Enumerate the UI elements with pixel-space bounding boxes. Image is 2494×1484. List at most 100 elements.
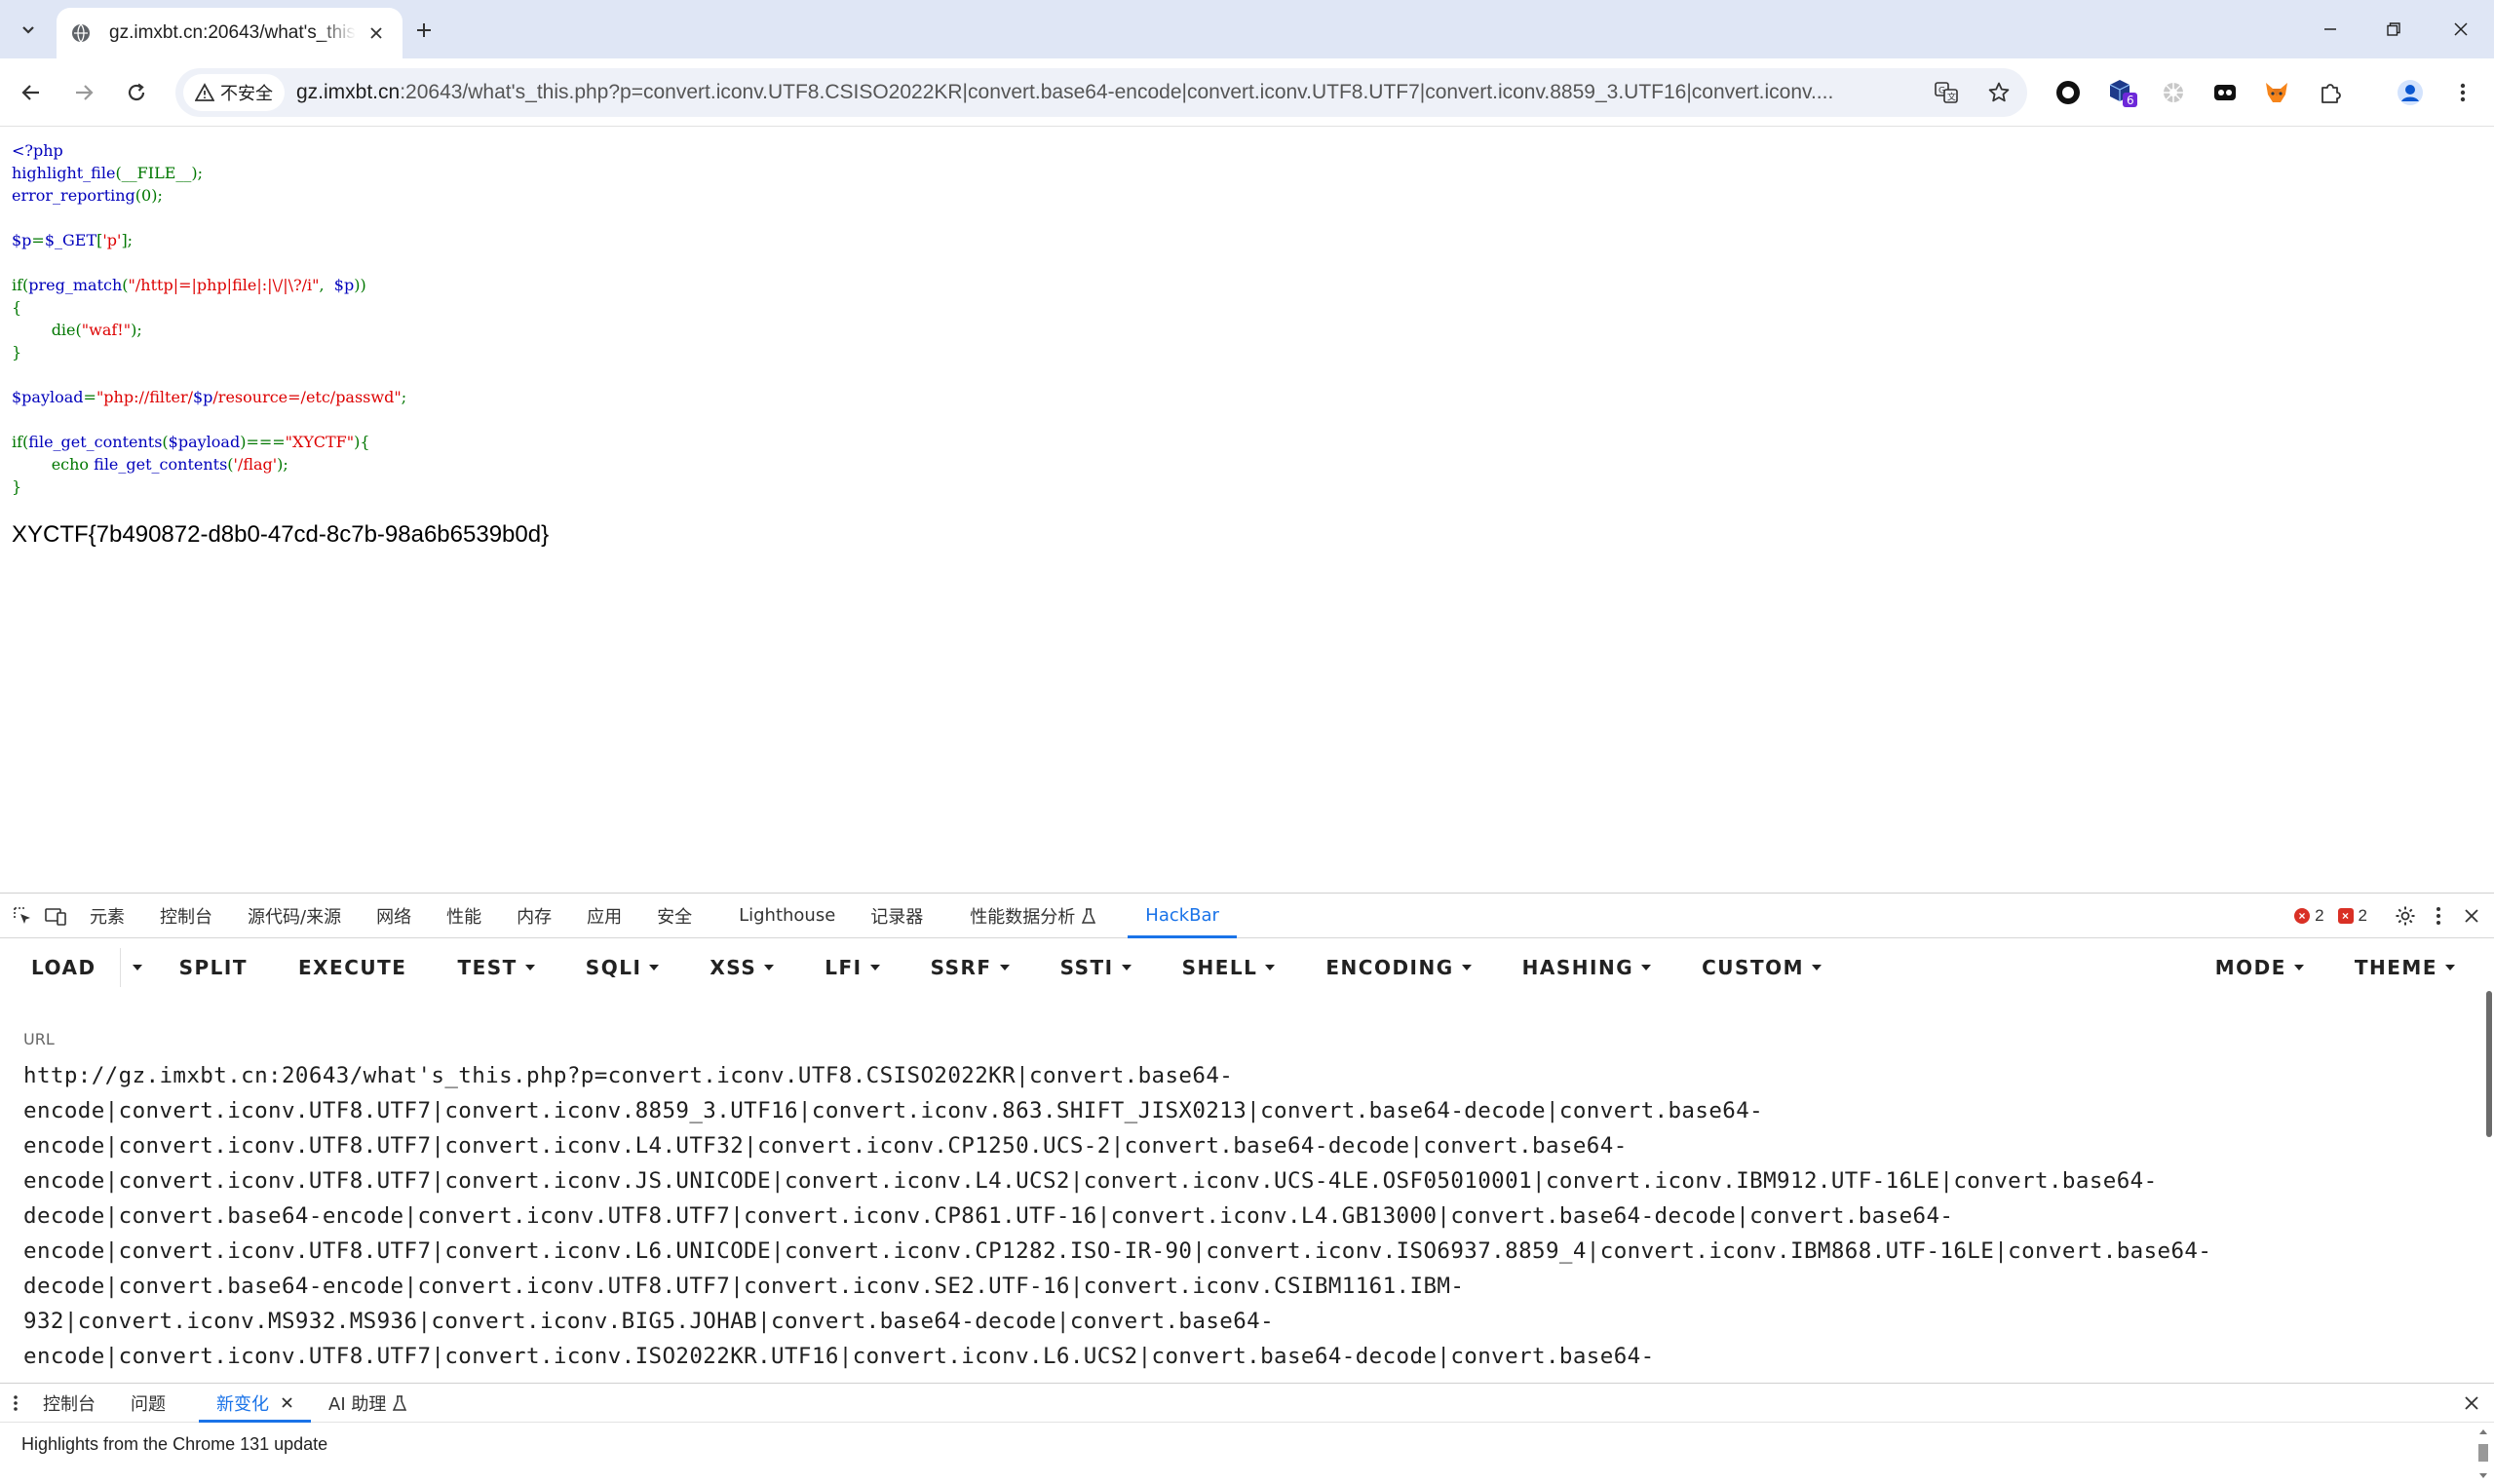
caret-down-icon xyxy=(869,965,880,970)
reload-button[interactable] xyxy=(119,75,154,110)
tab-performance[interactable]: 性能 xyxy=(429,894,499,938)
browser-tab[interactable]: gz.imxbt.cn:20643/what's_this.php?p=conv… xyxy=(57,8,403,58)
hackbar-split-button[interactable]: SPLIT xyxy=(154,939,273,996)
tab-performance-insights[interactable]: 性能数据分析 xyxy=(952,894,1114,938)
hackbar-test-menu[interactable]: TEST xyxy=(432,939,559,996)
extension-fox[interactable] xyxy=(2259,75,2294,110)
hackbar-lfi-label: LFI xyxy=(825,956,863,979)
page-content: <?php highlight_file(__FILE__); error_re… xyxy=(0,128,2494,893)
tab-network[interactable]: 网络 xyxy=(359,894,429,938)
forward-button[interactable] xyxy=(66,75,101,110)
close-icon[interactable] xyxy=(281,1396,293,1409)
caret-down-icon xyxy=(1265,965,1276,970)
hackbar-url-field[interactable]: URL http://gz.imxbt.cn:20643/what's_this… xyxy=(23,1030,2460,1369)
record-extension-icon xyxy=(2056,81,2080,104)
drawer-menu-button[interactable] xyxy=(6,1387,25,1420)
flask-icon xyxy=(393,1394,407,1411)
extension-mask[interactable] xyxy=(2207,75,2243,110)
devtools-close-button[interactable] xyxy=(2455,899,2488,932)
extension-record[interactable] xyxy=(2051,75,2086,110)
device-toolbar-button[interactable] xyxy=(39,899,72,932)
tab-application[interactable]: 应用 xyxy=(569,894,639,938)
reload-icon xyxy=(128,83,145,101)
drawer-tab-issues[interactable]: 问题 xyxy=(113,1384,183,1423)
tab-elements[interactable]: 元素 xyxy=(72,894,142,938)
drawer-tab-console[interactable]: 控制台 xyxy=(25,1384,113,1423)
url-text[interactable]: gz.imxbt.cn:20643/what's_this.php?p=conv… xyxy=(296,81,2021,104)
drawer-tab-ai-assistant[interactable]: AI 助理 xyxy=(311,1384,425,1423)
hackbar-ssrf-label: SSRF xyxy=(930,956,992,979)
close-icon xyxy=(2454,22,2468,36)
hackbar-load-dropdown[interactable] xyxy=(121,939,154,996)
warning-icon xyxy=(195,83,214,101)
tab-memory[interactable]: 内存 xyxy=(499,894,569,938)
inspect-icon xyxy=(14,906,30,924)
hackbar-ssti-menu[interactable]: SSTI xyxy=(1035,939,1157,996)
devtools-settings-button[interactable] xyxy=(2389,899,2422,932)
back-button[interactable] xyxy=(14,75,49,110)
close-tab-icon[interactable] xyxy=(364,20,389,46)
hackbar-shell-label: SHELL xyxy=(1181,956,1258,979)
browser-menu-button[interactable] xyxy=(2445,75,2480,110)
security-chip[interactable]: 不安全 xyxy=(183,74,285,111)
new-tab-button[interactable] xyxy=(407,14,441,47)
drawer-scrollbar[interactable] xyxy=(2473,1425,2494,1483)
caret-down-icon xyxy=(1812,965,1822,970)
hackbar-menu: LOAD SPLIT EXECUTE TEST SQLI XSS LFI SSR… xyxy=(0,939,2494,996)
tab-console[interactable]: 控制台 xyxy=(142,894,230,938)
drawer-close-button[interactable] xyxy=(2455,1387,2488,1420)
bookmark-button[interactable] xyxy=(1982,76,2015,109)
hackbar-theme-menu[interactable]: THEME xyxy=(2329,939,2494,996)
hackbar-sqli-menu[interactable]: SQLI xyxy=(560,939,685,996)
hackbar-ssrf-menu[interactable]: SSRF xyxy=(905,939,1035,996)
tab-hackbar[interactable]: HackBar xyxy=(1128,894,1237,938)
hackbar-custom-menu[interactable]: CUSTOM xyxy=(1676,939,1847,996)
issue-counter[interactable]: × 2 xyxy=(2337,906,2367,926)
hackbar-custom-label: CUSTOM xyxy=(1702,956,1804,979)
hackbar-lfi-menu[interactable]: LFI xyxy=(799,939,904,996)
tab-security[interactable]: 安全 xyxy=(639,894,710,938)
hackbar-hashing-menu[interactable]: HASHING xyxy=(1497,939,1676,996)
tab-recorder[interactable]: 记录器 xyxy=(853,894,940,938)
close-window-button[interactable] xyxy=(2434,0,2488,58)
tab-sources[interactable]: 源代码/来源 xyxy=(230,894,359,938)
url-field-value[interactable]: http://gz.imxbt.cn:20643/what's_this.php… xyxy=(23,1058,2460,1374)
caret-down-icon xyxy=(132,965,142,970)
drawer-tab-whats-new[interactable]: 新变化 xyxy=(199,1384,311,1423)
extensions-menu[interactable] xyxy=(2313,75,2348,110)
caret-down-icon xyxy=(764,965,775,970)
hackbar-xss-menu[interactable]: XSS xyxy=(684,939,799,996)
error-counter[interactable]: × 2 xyxy=(2294,906,2324,926)
hackbar-mode-menu[interactable]: MODE xyxy=(2190,939,2329,996)
caret-down-icon xyxy=(2293,965,2304,970)
hackbar-load-button[interactable]: LOAD xyxy=(0,939,120,996)
devtools-more-button[interactable] xyxy=(2422,899,2455,932)
url-line: decode|convert.base64-encode|convert.ico… xyxy=(23,1203,1954,1229)
hackbar-xss-label: XSS xyxy=(710,956,757,979)
inspect-element-button[interactable] xyxy=(6,899,39,932)
restore-button[interactable] xyxy=(2366,0,2421,58)
tab-search-button[interactable] xyxy=(12,14,45,47)
translate-button[interactable]: G文 xyxy=(1930,76,1963,109)
more-vertical-icon xyxy=(14,1394,18,1411)
extension-gear[interactable] xyxy=(2156,75,2191,110)
devtools-tabbar: 元素 控制台 源代码/来源 网络 性能 内存 应用 安全 Lighthouse … xyxy=(0,894,2494,938)
hackbar-encoding-menu[interactable]: ENCODING xyxy=(1300,939,1496,996)
url-line: encode|convert.iconv.UTF8.UTF7|convert.i… xyxy=(23,1344,1655,1369)
minimize-button[interactable] xyxy=(2303,0,2358,58)
hackbar-scrollbar[interactable] xyxy=(2484,991,2494,1303)
chevron-down-icon xyxy=(22,26,34,34)
hackbar-shell-menu[interactable]: SHELL xyxy=(1157,939,1301,996)
tab-lighthouse[interactable]: Lighthouse xyxy=(721,894,853,938)
profile-button[interactable] xyxy=(2393,75,2428,110)
hackbar-execute-button[interactable]: EXECUTE xyxy=(273,939,432,996)
cube-extension-icon: 6 xyxy=(2109,80,2137,107)
flask-icon xyxy=(1082,907,1096,924)
caret-down-icon xyxy=(1641,965,1652,970)
extension-cube[interactable]: 6 xyxy=(2105,75,2140,110)
scrollbar-thumb[interactable] xyxy=(2486,991,2492,1137)
restore-icon xyxy=(2387,22,2400,36)
globe-icon xyxy=(72,23,90,43)
svg-text:文: 文 xyxy=(1947,92,1956,103)
address-bar[interactable]: 不安全 gz.imxbt.cn:20643/what's_this.php?p=… xyxy=(175,68,2027,117)
